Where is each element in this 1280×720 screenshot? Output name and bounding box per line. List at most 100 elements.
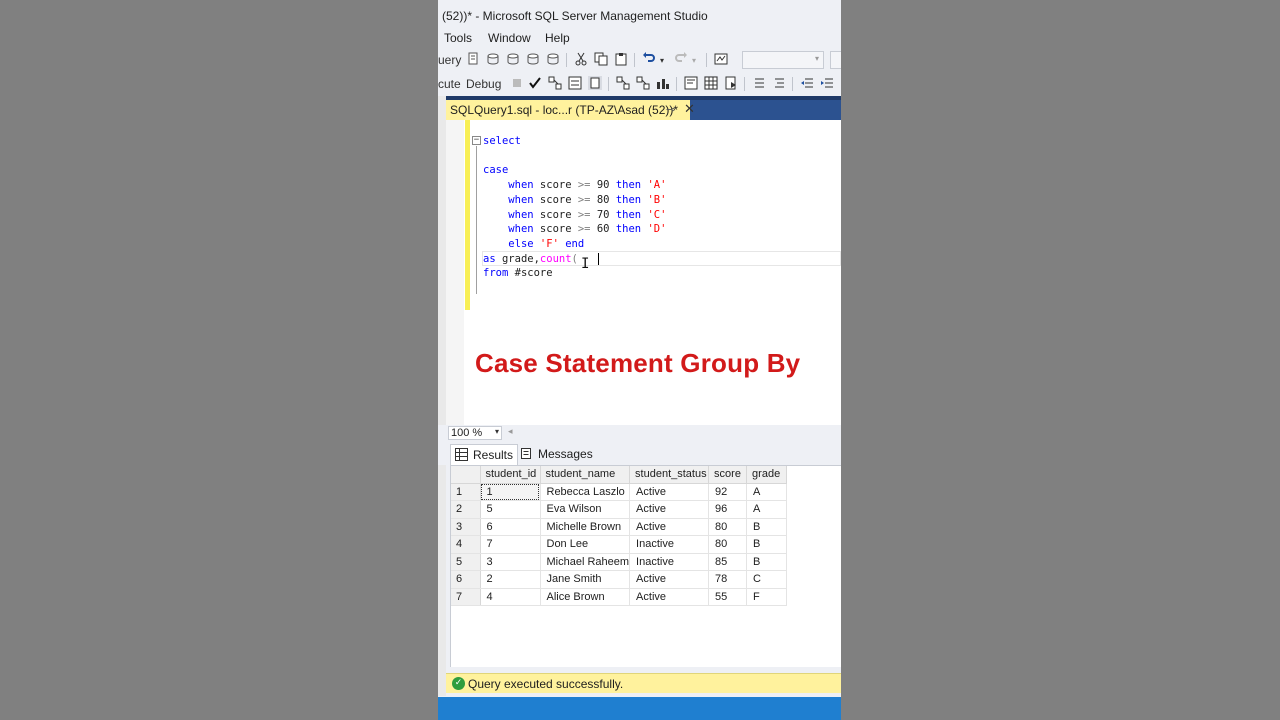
cell-score[interactable]: 78 xyxy=(708,570,748,589)
table-row[interactable]: 3 6 Michelle Brown Active 80 B xyxy=(451,518,788,536)
dmx-query-icon[interactable] xyxy=(506,52,520,66)
query-document-tab[interactable]: SQLQuery1.sql - loc...r (TP-AZ\Asad (52)… xyxy=(446,100,695,120)
client-stats-icon[interactable] xyxy=(656,76,670,90)
cell-student-status[interactable]: Active xyxy=(629,570,710,589)
column-header-student-status[interactable]: student_status xyxy=(629,466,710,484)
cell-student-status[interactable]: Active xyxy=(629,518,710,536)
copy-icon[interactable] xyxy=(594,52,608,66)
row-number-cell[interactable]: 3 xyxy=(451,518,481,536)
table-row[interactable]: 1 1 Rebecca Laszlo Active 92 A xyxy=(451,483,788,501)
cell-student-name[interactable]: Jane Smith xyxy=(540,570,631,589)
tab-messages[interactable]: Messages xyxy=(516,444,597,465)
cell-student-status[interactable]: Inactive xyxy=(629,553,710,571)
results-to-file-icon[interactable] xyxy=(724,76,738,90)
cell-student-status[interactable]: Active xyxy=(629,588,710,606)
cut-icon[interactable] xyxy=(574,52,588,66)
actual-plan-icon[interactable] xyxy=(616,76,630,90)
cell-student-name[interactable]: Rebecca Laszlo xyxy=(540,483,631,501)
cell-student-name[interactable]: Don Lee xyxy=(540,535,631,554)
increase-indent-icon[interactable] xyxy=(820,76,834,90)
stop-icon[interactable] xyxy=(510,76,524,90)
debug-button[interactable]: Debug xyxy=(466,76,501,92)
menu-window[interactable]: Window xyxy=(488,31,531,45)
cell-grade[interactable]: A xyxy=(746,483,788,501)
cell-score[interactable]: 92 xyxy=(708,483,748,501)
cell-student-id[interactable]: 6 xyxy=(480,518,541,536)
row-number-cell[interactable]: 5 xyxy=(451,553,481,571)
platform-combo[interactable] xyxy=(830,51,841,69)
cell-student-id[interactable]: 1 xyxy=(480,483,541,501)
cell-grade[interactable]: B xyxy=(746,553,788,571)
close-icon[interactable]: ✕ xyxy=(684,101,695,117)
results-to-grid-icon[interactable] xyxy=(704,76,718,90)
solution-configurations-combo[interactable]: ▾ xyxy=(742,51,824,69)
tab-results[interactable]: Results xyxy=(450,444,519,465)
cell-grade[interactable]: A xyxy=(746,500,788,519)
scroll-left-icon[interactable]: ◂ xyxy=(508,426,513,437)
estimated-plan-icon[interactable] xyxy=(548,76,562,90)
cell-score[interactable]: 96 xyxy=(708,500,748,519)
cell-student-name[interactable]: Alice Brown xyxy=(540,588,631,606)
cell-score[interactable]: 85 xyxy=(708,553,748,571)
xmla-query-icon[interactable] xyxy=(526,52,540,66)
mdx-query-icon[interactable] xyxy=(486,52,500,66)
cell-student-id[interactable]: 4 xyxy=(480,588,541,606)
table-row[interactable]: 5 3 Michael Raheem Inactive 85 B xyxy=(451,553,788,571)
column-header-student-id[interactable]: student_id xyxy=(480,466,541,484)
decrease-indent-icon[interactable] xyxy=(800,76,814,90)
parse-check-icon[interactable] xyxy=(528,76,542,90)
cell-student-name[interactable]: Michelle Brown xyxy=(540,518,631,536)
results-to-text-icon[interactable] xyxy=(684,76,698,90)
cell-student-name[interactable]: Eva Wilson xyxy=(540,500,631,519)
paste-icon[interactable] xyxy=(614,52,628,66)
execute-button[interactable]: cute xyxy=(438,76,461,92)
redo-dropdown-chevron-down-icon[interactable]: ▾ xyxy=(692,52,696,68)
dax-query-icon[interactable] xyxy=(546,52,560,66)
menu-tools[interactable]: Tools xyxy=(444,31,472,45)
row-number-cell[interactable]: 6 xyxy=(451,570,481,589)
intellisense-icon[interactable] xyxy=(588,76,602,90)
cell-score[interactable]: 80 xyxy=(708,535,748,554)
redo-icon[interactable] xyxy=(674,52,688,66)
new-query-button[interactable]: uery xyxy=(438,52,461,68)
cell-student-status[interactable]: Active xyxy=(629,483,710,501)
activity-monitor-icon[interactable] xyxy=(714,52,728,66)
row-number-cell[interactable]: 4 xyxy=(451,535,481,554)
cell-student-id[interactable]: 5 xyxy=(480,500,541,519)
menu-help[interactable]: Help xyxy=(545,31,570,45)
column-header-grade[interactable]: grade xyxy=(746,466,788,484)
cell-student-name[interactable]: Michael Raheem xyxy=(540,553,631,571)
undo-dropdown-chevron-down-icon[interactable]: ▾ xyxy=(660,52,664,68)
row-number-cell[interactable]: 7 xyxy=(451,588,481,606)
cell-grade[interactable]: B xyxy=(746,535,788,554)
table-row[interactable]: 7 4 Alice Brown Active 55 F xyxy=(451,588,788,606)
cell-score[interactable]: 55 xyxy=(708,588,748,606)
collapse-minus-icon[interactable]: − xyxy=(472,136,481,145)
results-grid[interactable]: student_id student_name student_status s… xyxy=(450,465,841,667)
cell-student-id[interactable]: 3 xyxy=(480,553,541,571)
live-stats-icon[interactable] xyxy=(636,76,650,90)
table-row[interactable]: 6 2 Jane Smith Active 78 C xyxy=(451,570,788,589)
row-number-cell[interactable]: 2 xyxy=(451,500,481,519)
table-row[interactable]: 2 5 Eva Wilson Active 96 A xyxy=(451,500,788,519)
row-number-cell[interactable]: 1 xyxy=(451,483,481,501)
query-editor[interactable]: − select case when score >= 90 then 'A' … xyxy=(438,120,841,425)
cell-grade[interactable]: C xyxy=(746,570,788,589)
uncomment-icon[interactable] xyxy=(772,76,786,90)
undo-icon[interactable] xyxy=(642,52,656,66)
cell-student-id[interactable]: 7 xyxy=(480,535,541,554)
column-header-score[interactable]: score xyxy=(708,466,748,484)
row-number-header[interactable] xyxy=(451,466,481,484)
cell-student-id[interactable]: 2 xyxy=(480,570,541,589)
table-row[interactable]: 4 7 Don Lee Inactive 80 B xyxy=(451,535,788,554)
query-options-icon[interactable] xyxy=(568,76,582,90)
query-icon[interactable] xyxy=(466,52,480,66)
column-header-student-name[interactable]: student_name xyxy=(540,466,631,484)
cell-student-status[interactable]: Active xyxy=(629,500,710,519)
cell-student-status[interactable]: Inactive xyxy=(629,535,710,554)
comment-out-icon[interactable] xyxy=(752,76,766,90)
cell-grade[interactable]: F xyxy=(746,588,788,606)
cell-grade[interactable]: B xyxy=(746,518,788,536)
zoom-combo[interactable]: 100 % ▾ xyxy=(448,426,502,440)
cell-score[interactable]: 80 xyxy=(708,518,748,536)
